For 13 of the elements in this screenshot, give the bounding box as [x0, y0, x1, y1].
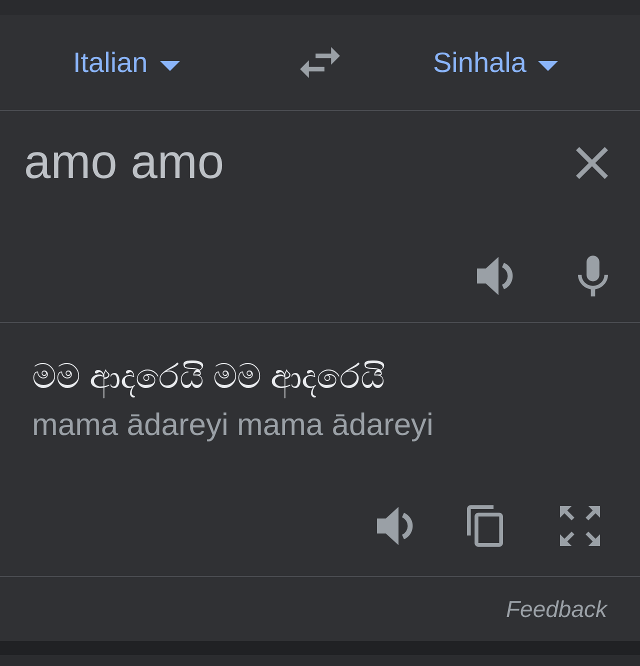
caret-icon — [160, 60, 180, 70]
copy-icon[interactable] — [467, 504, 503, 548]
fullscreen-icon[interactable] — [560, 506, 600, 546]
translation-text: මම ආදරෙයි මම ආදරෙයි — [32, 353, 600, 401]
close-icon[interactable] — [576, 147, 608, 179]
source-language-button[interactable]: Italian — [73, 46, 180, 80]
target-language-button[interactable]: Sinhala — [433, 46, 558, 80]
transliteration-text: mama ādareyi mama ādareyi — [32, 407, 434, 443]
feedback-link[interactable]: Feedback — [506, 596, 607, 622]
swap-arrows-icon[interactable] — [300, 47, 340, 78]
caret-icon — [538, 60, 558, 70]
source-text-field[interactable]: amo amo — [24, 133, 556, 197]
microphone-icon[interactable] — [578, 254, 608, 298]
